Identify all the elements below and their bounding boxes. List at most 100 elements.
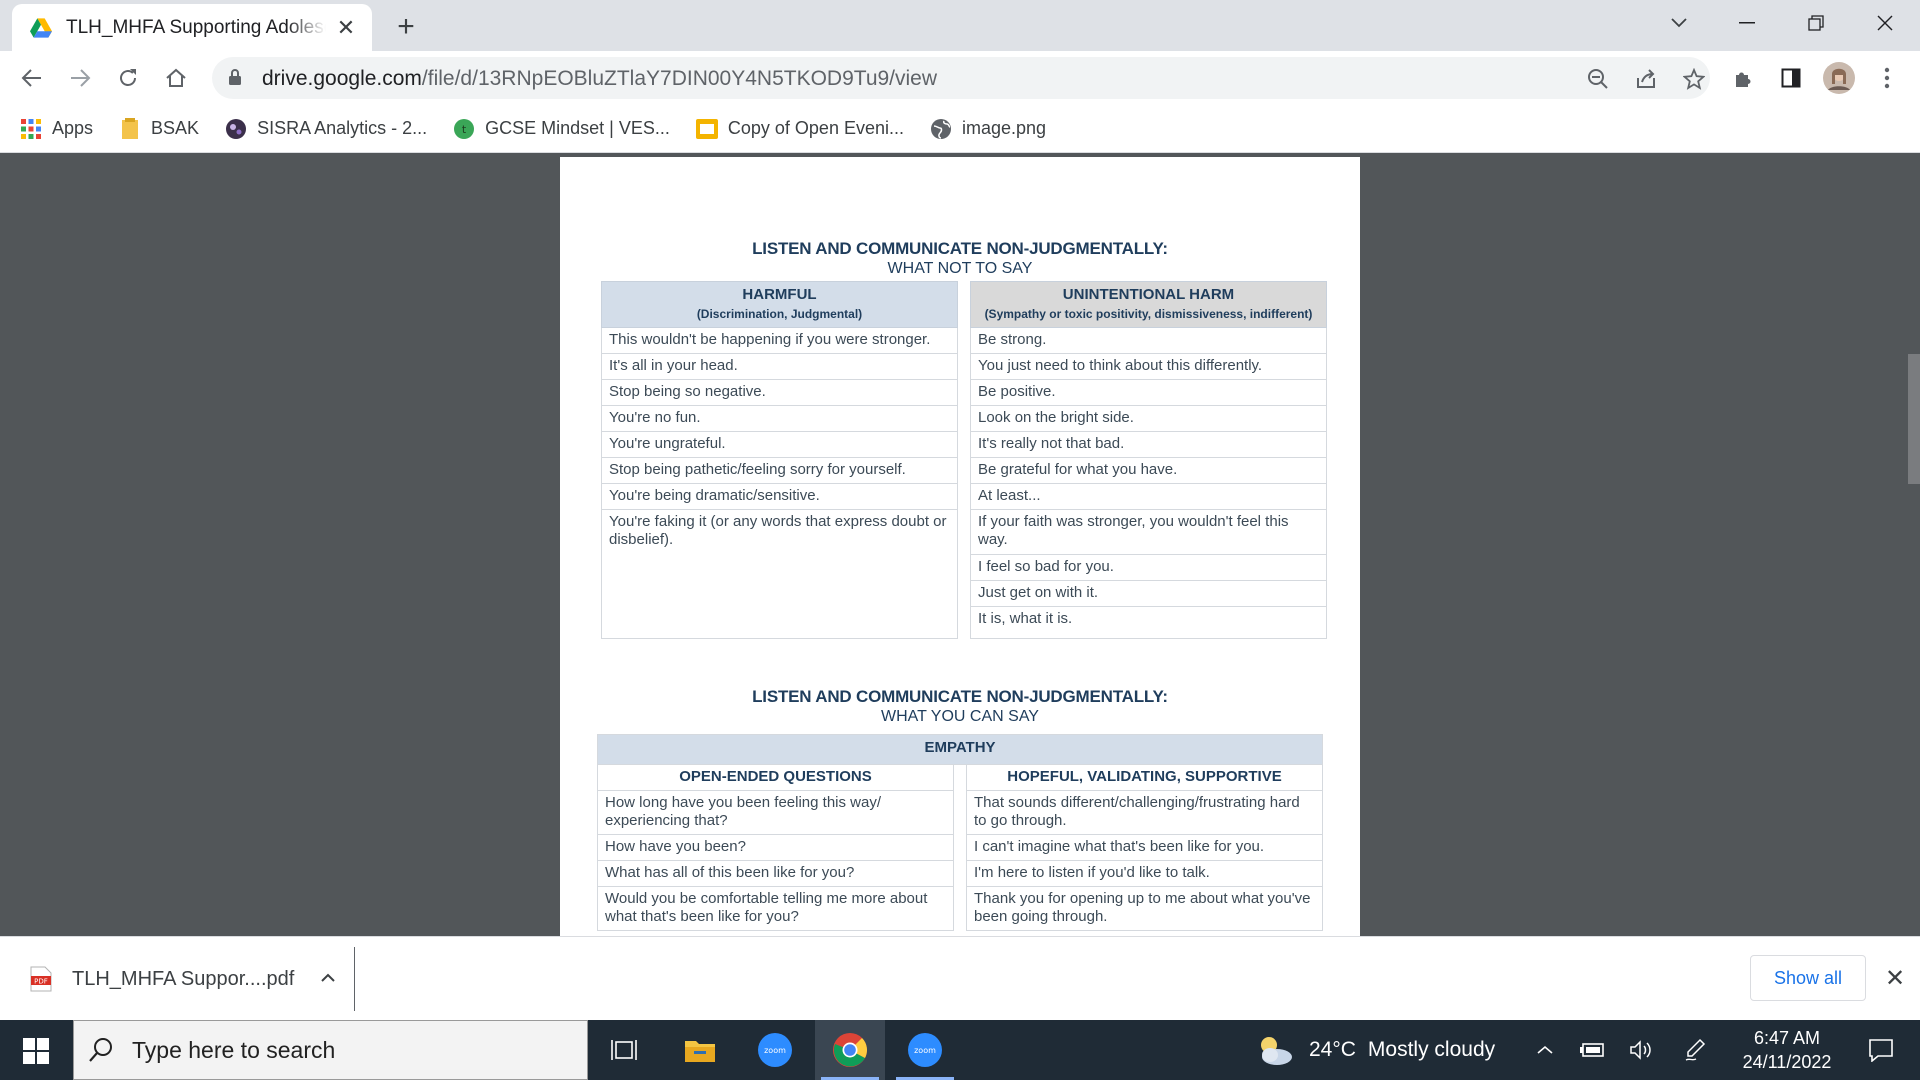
home-button[interactable]: [157, 59, 195, 97]
svg-text:t: t: [462, 123, 467, 136]
open-question-item: How have you been?: [597, 834, 954, 861]
unintentional-item: At least...: [970, 483, 1327, 510]
restore-button[interactable]: [1793, 6, 1839, 40]
section-what-not-to-say-title: LISTEN AND COMMUNICATE NON-JUDGMENTALLY:…: [560, 239, 1360, 278]
bookmarks-bar: Apps BSAK SISRA Analytics - 2... t GCSE …: [0, 105, 1920, 153]
section-heading: LISTEN AND COMMUNICATE NON-JUDGMENTALLY:: [752, 687, 1168, 706]
harmful-item: Stop being pathetic/feeling sorry for yo…: [601, 457, 958, 484]
chrome-taskbar-icon[interactable]: [815, 1020, 885, 1080]
share-icon[interactable]: [1632, 65, 1660, 93]
bookmark-label: GCSE Mindset | VES...: [485, 118, 670, 138]
new-tab-button[interactable]: +: [390, 10, 422, 43]
apps-grid-icon: [20, 118, 42, 140]
weather-widget[interactable]: 24°C Mostly cloudy: [1255, 1020, 1495, 1080]
notifications-icon[interactable]: [1856, 1020, 1906, 1080]
url-text[interactable]: drive.google.com/file/d/13RNpEOBluZTlaY7…: [262, 67, 937, 91]
bookmark-apps[interactable]: Apps: [20, 118, 93, 140]
clock-time: 6:47 AM: [1753, 1028, 1821, 1048]
system-clock[interactable]: 6:47 AM 24/11/2022: [1732, 1026, 1842, 1074]
forward-button[interactable]: [61, 59, 99, 97]
volume-icon[interactable]: [1626, 1020, 1656, 1080]
harmful-item: Stop being so negative.: [601, 379, 958, 406]
tassomai-icon: t: [453, 118, 475, 140]
close-download-bar-icon[interactable]: ✕: [1880, 963, 1910, 993]
svg-text:PDF: PDF: [34, 978, 48, 986]
google-drive-icon: [30, 17, 52, 38]
pdf-file-icon: PDF: [30, 966, 52, 992]
close-window-button[interactable]: [1862, 6, 1908, 40]
pdf-viewer[interactable]: LISTEN AND COMMUNICATE NON-JUDGMENTALLY:…: [0, 154, 1920, 936]
tab-search-icon[interactable]: [1656, 6, 1702, 40]
supportive-item: That sounds different/challenging/frustr…: [965, 790, 1324, 835]
globe-icon: [930, 118, 952, 140]
zoom-out-icon[interactable]: [1584, 65, 1612, 93]
what-not-to-say-table: HARMFUL (Discrimination, Judgmental) UNI…: [601, 281, 1327, 639]
bookmark-bsak[interactable]: BSAK: [119, 117, 200, 140]
unintentional-item: It is, what it is.: [970, 606, 1327, 639]
unintentional-item: Look on the bright side.: [970, 405, 1327, 432]
open-ended-questions-header: OPEN-ENDED QUESTIONS: [597, 764, 954, 791]
browser-toolbar: drive.google.com/file/d/13RNpEOBluZTlaY7…: [0, 51, 1920, 105]
bookmark-label: Apps: [52, 118, 94, 138]
unintentional-item: You just need to think about this differ…: [970, 353, 1327, 380]
empathy-band: EMPATHY: [596, 734, 1324, 765]
chevron-up-icon[interactable]: [320, 970, 336, 988]
tab-close-icon[interactable]: ✕: [334, 15, 358, 40]
show-hidden-icons-chevron-icon[interactable]: [1530, 1020, 1560, 1080]
open-question-item: How long have you been feeling this way/…: [597, 790, 954, 835]
battery-icon[interactable]: [1578, 1020, 1608, 1080]
viewer-scrollbar[interactable]: [1908, 354, 1920, 484]
download-item[interactable]: PDF TLH_MHFA Suppor....pdf: [0, 947, 355, 1011]
unintentional-item: If your faith was stronger, you wouldn't…: [970, 509, 1327, 555]
address-bar[interactable]: drive.google.com/file/d/13RNpEOBluZTlaY7…: [212, 57, 1710, 99]
file-explorer-icon[interactable]: [665, 1020, 735, 1080]
profile-avatar[interactable]: [1820, 59, 1858, 97]
clock-date: 24/11/2022: [1742, 1052, 1832, 1072]
bookmark-star-icon[interactable]: [1680, 65, 1708, 93]
zoom-app-icon[interactable]: zoom: [740, 1020, 810, 1080]
search-placeholder: Type here to search: [132, 1036, 336, 1063]
windows-start-button[interactable]: [14, 1034, 58, 1068]
section-heading: LISTEN AND COMMUNICATE NON-JUDGMENTALLY:: [752, 239, 1168, 258]
folder-icon: [119, 117, 141, 140]
svg-text:zoom: zoom: [764, 1046, 786, 1055]
tab-strip: TLH_MHFA Supporting Adolescents ✕ +: [0, 0, 1920, 51]
weather-temperature: 24°C: [1309, 1038, 1356, 1061]
side-panel-icon[interactable]: [1772, 59, 1810, 97]
section-what-you-can-say-title: LISTEN AND COMMUNICATE NON-JUDGMENTALLY:…: [560, 687, 1360, 726]
bookmark-gcse-mindset[interactable]: t GCSE Mindset | VES...: [453, 118, 670, 140]
hopeful-validating-header: HOPEFUL, VALIDATING, SUPPORTIVE: [965, 764, 1324, 791]
browser-menu-icon[interactable]: [1868, 59, 1906, 97]
svg-text:zoom: zoom: [914, 1046, 936, 1055]
minimize-button[interactable]: [1724, 6, 1770, 40]
bookmark-image-png[interactable]: image.png: [930, 118, 1046, 140]
download-file-name: TLH_MHFA Suppor....pdf: [72, 967, 295, 990]
reload-button[interactable]: [109, 59, 147, 97]
bookmark-open-evening[interactable]: Copy of Open Eveni...: [695, 118, 904, 140]
harmful-item: This wouldn't be happening if you were s…: [601, 327, 958, 354]
harmful-item: You're faking it (or any words that expr…: [601, 509, 958, 639]
zoom-meeting-icon[interactable]: zoom: [890, 1020, 960, 1080]
bookmark-label: BSAK: [151, 118, 200, 138]
unintentional-item: Be positive.: [970, 379, 1327, 406]
browser-tab[interactable]: TLH_MHFA Supporting Adolescents ✕: [12, 4, 372, 51]
show-all-button[interactable]: Show all: [1750, 955, 1866, 1001]
extensions-icon[interactable]: [1724, 59, 1762, 97]
tab-title: TLH_MHFA Supporting Adolescents: [66, 16, 326, 38]
harmful-item: It's all in your head.: [601, 353, 958, 380]
lock-icon[interactable]: [228, 68, 242, 86]
back-button[interactable]: [13, 59, 51, 97]
harmful-item: You're being dramatic/sensitive.: [601, 483, 958, 510]
search-icon: [89, 1038, 112, 1062]
cloudy-weather-icon: [1261, 1037, 1292, 1065]
harmful-item: You're ungrateful.: [601, 431, 958, 458]
windows-taskbar: Type here to search zoom zoom 24°C Mostl…: [0, 1020, 1920, 1080]
pen-ink-icon[interactable]: [1680, 1020, 1710, 1080]
taskbar-search-input[interactable]: Type here to search: [73, 1020, 588, 1080]
task-view-icon[interactable]: [589, 1020, 659, 1080]
what-you-can-say-table: EMPATHY OPEN-ENDED QUESTIONS HOPEFUL, VA…: [596, 734, 1324, 931]
pdf-page: LISTEN AND COMMUNICATE NON-JUDGMENTALLY:…: [560, 157, 1360, 936]
bookmark-label: SISRA Analytics - 2...: [257, 118, 428, 138]
harmful-item: You're no fun.: [601, 405, 958, 432]
bookmark-sisra[interactable]: SISRA Analytics - 2...: [225, 118, 427, 140]
